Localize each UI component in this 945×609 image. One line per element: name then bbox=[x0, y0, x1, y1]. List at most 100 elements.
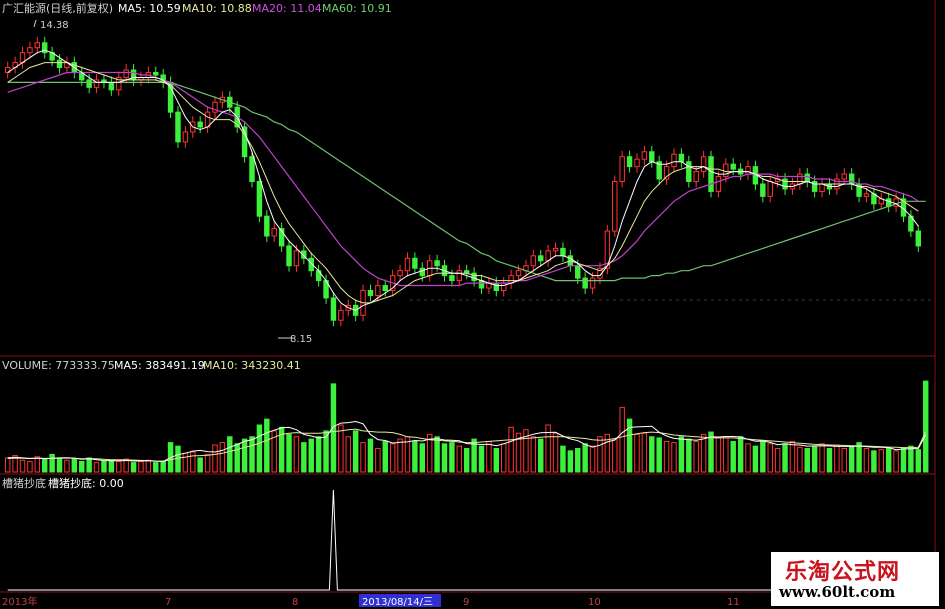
x-axis: 2013年 7 8 2013/08/14/三 9 10 11 bbox=[2, 594, 740, 608]
volume-bar bbox=[130, 462, 137, 473]
candle-body bbox=[915, 230, 922, 247]
candle-body bbox=[649, 151, 655, 163]
volume-bar bbox=[264, 418, 270, 473]
candle-body bbox=[27, 47, 33, 54]
volume-bar bbox=[804, 448, 810, 473]
volume-bar bbox=[686, 438, 692, 473]
candle-body bbox=[619, 156, 625, 183]
volume-bar bbox=[856, 442, 862, 473]
watermark-url: www.60lt.com bbox=[779, 583, 896, 601]
volume-bar bbox=[508, 426, 514, 473]
x-tick-label: 7 bbox=[165, 597, 171, 608]
candle-body bbox=[530, 255, 537, 267]
candle-body bbox=[552, 247, 559, 252]
volume-bar bbox=[93, 462, 100, 473]
volume-bar bbox=[500, 443, 507, 473]
volume-bar bbox=[486, 440, 492, 473]
candle-body bbox=[123, 69, 129, 78]
volume-bar bbox=[671, 442, 677, 473]
candle-body bbox=[412, 257, 418, 269]
volume-bar bbox=[878, 449, 885, 473]
volume-bar bbox=[848, 445, 855, 473]
candle-body bbox=[575, 265, 581, 279]
candle-body bbox=[612, 181, 618, 232]
candle-body bbox=[760, 183, 766, 197]
volume-bar bbox=[27, 460, 33, 473]
candle-body bbox=[582, 277, 588, 289]
volume-bar bbox=[752, 445, 759, 473]
volume-bars bbox=[4, 380, 929, 473]
ma20-line bbox=[7, 71, 919, 287]
volume-bar bbox=[71, 458, 78, 473]
volume-bar bbox=[434, 436, 440, 473]
candle-body bbox=[264, 215, 270, 237]
volume-bar bbox=[893, 450, 899, 473]
volume-bar bbox=[256, 424, 263, 473]
volume-bar bbox=[863, 448, 870, 473]
volume-bar bbox=[649, 436, 655, 473]
volume-bar bbox=[493, 448, 500, 473]
volume-bar bbox=[597, 436, 603, 473]
volume-bar bbox=[841, 448, 847, 473]
volume-bar bbox=[641, 432, 648, 473]
volume-bar bbox=[360, 442, 366, 473]
candle-body bbox=[841, 173, 847, 180]
candle-body bbox=[804, 173, 810, 182]
volume-bar bbox=[575, 448, 581, 473]
volume-bar bbox=[612, 438, 618, 473]
volume-bar bbox=[367, 438, 374, 473]
volume-bar bbox=[4, 457, 11, 473]
candle-body bbox=[708, 156, 714, 192]
volume-bar bbox=[530, 436, 537, 473]
candle-body bbox=[745, 166, 751, 175]
volume-bar bbox=[737, 436, 744, 473]
candle-body bbox=[108, 81, 115, 91]
candle-body bbox=[641, 151, 648, 160]
volume-bar bbox=[204, 453, 211, 473]
volume-bar bbox=[656, 437, 662, 473]
volume-bar bbox=[219, 442, 226, 473]
volume-ma5-readout: MA5: 383491.19 bbox=[114, 359, 205, 372]
volume-bar bbox=[345, 436, 351, 473]
volume-bar bbox=[190, 451, 196, 473]
candle-body bbox=[449, 275, 455, 282]
volume-bar bbox=[463, 448, 470, 473]
candle-body bbox=[175, 111, 181, 143]
stock-chart[interactable]: 广汇能源(日线,前复权) MA5: 10.59 MA10: 10.88 MA20… bbox=[0, 0, 945, 609]
stock-title: 广汇能源(日线,前复权) bbox=[2, 1, 113, 15]
volume-bar bbox=[182, 452, 189, 473]
volume-bar bbox=[700, 433, 707, 473]
volume-bar bbox=[478, 445, 485, 473]
volume-bar bbox=[760, 440, 766, 473]
candle-body bbox=[560, 247, 566, 257]
candle-body bbox=[767, 181, 773, 197]
volume-bar bbox=[227, 436, 233, 473]
volume-bar bbox=[19, 459, 26, 473]
indicator-title: 槽猪抄底 bbox=[2, 476, 46, 490]
volume-bar bbox=[745, 443, 751, 473]
volume-bar bbox=[834, 444, 840, 473]
watermark: 乐淘公式网 www.60lt.com bbox=[771, 552, 939, 606]
volume-bar bbox=[145, 459, 152, 473]
volume-bar bbox=[338, 424, 344, 473]
volume-bar bbox=[382, 440, 388, 473]
ma10-readout: MA10: 10.88 bbox=[182, 2, 252, 15]
volume-bar bbox=[41, 458, 48, 473]
candle-body bbox=[515, 270, 522, 277]
candle-body bbox=[471, 272, 477, 282]
volume-bar bbox=[871, 450, 877, 473]
volume-bar bbox=[582, 443, 588, 473]
candle-body bbox=[819, 183, 825, 192]
x-tick-label-current: 2013/08/14/三 bbox=[362, 597, 433, 608]
volume-bar bbox=[86, 457, 92, 473]
volume-bar bbox=[49, 453, 55, 473]
volume-bar bbox=[826, 448, 833, 473]
volume-bar bbox=[286, 433, 292, 473]
volume-bar bbox=[767, 443, 773, 473]
volume-bar bbox=[419, 443, 426, 473]
candle-body bbox=[382, 285, 388, 291]
volume-bar bbox=[116, 460, 122, 473]
volume-ma10-readout: MA10: 343230.41 bbox=[203, 359, 301, 372]
volume-bar bbox=[723, 436, 729, 473]
watermark-name: 乐淘公式网 bbox=[785, 560, 901, 585]
